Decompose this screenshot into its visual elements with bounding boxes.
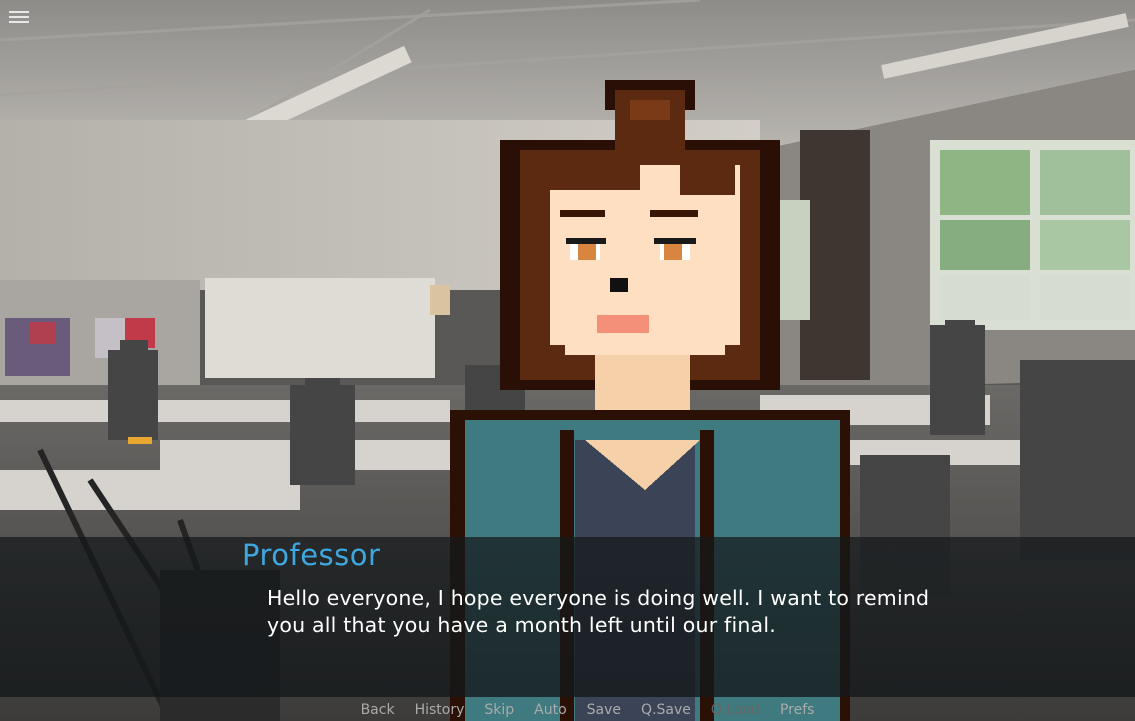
prefs-button[interactable]: Prefs (770, 700, 824, 721)
save-button[interactable]: Save (577, 700, 631, 721)
speaker-name: Professor (242, 538, 381, 572)
quick-save-button[interactable]: Q.Save (631, 700, 701, 721)
history-button[interactable]: History (405, 700, 475, 721)
dialogue-text[interactable]: Hello everyone, I hope everyone is doing… (267, 585, 987, 639)
menu-icon-bar (9, 11, 29, 13)
hamburger-menu-icon[interactable] (9, 8, 29, 28)
back-button[interactable]: Back (351, 700, 405, 721)
quick-load-button[interactable]: Q.Load (701, 700, 770, 721)
auto-button[interactable]: Auto (524, 700, 577, 721)
menu-icon-bar (9, 16, 29, 18)
dialogue-line-1: Hello everyone, I hope everyone is doing… (267, 586, 930, 610)
dialogue-line-2: you all that you have a month left until… (267, 613, 776, 637)
menu-icon-bar (9, 21, 29, 23)
quick-menu: Back History Skip Auto Save Q.Save Q.Loa… (0, 700, 1135, 721)
skip-button[interactable]: Skip (474, 700, 524, 721)
